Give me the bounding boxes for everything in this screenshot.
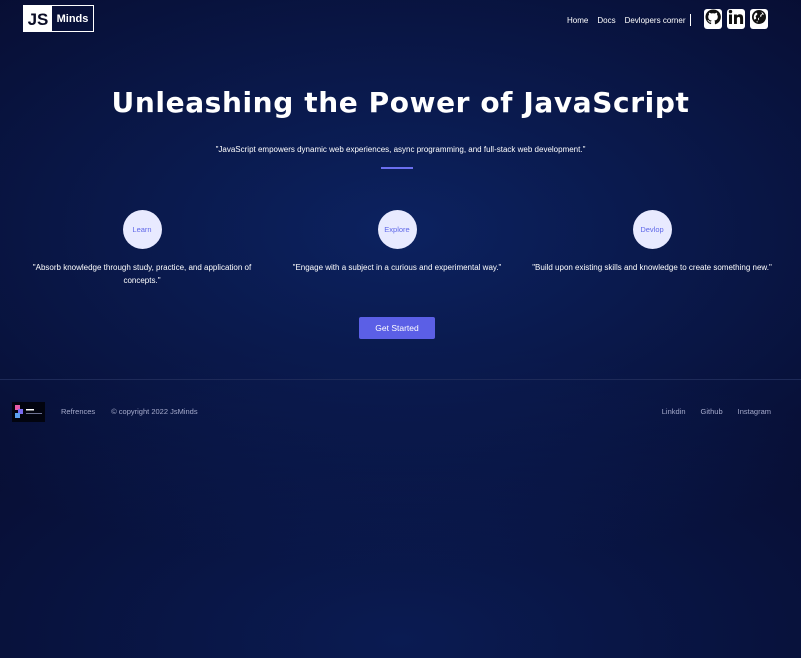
title-underline [381,167,413,169]
linkedin-icon [728,9,744,30]
feature-circle-learn: Learn [122,210,162,249]
top-nav: Home Docs Devlopers corner [567,14,691,26]
feature-description: "Build upon existing skills and knowledg… [532,263,772,272]
footer-link-instagram[interactable]: Instagram [738,407,771,416]
globe-icon [751,9,767,30]
social-links [704,8,773,30]
feature-description: "Absorb knowledge through study, practic… [32,263,252,285]
hero-title: Unleashing the Power of JavaScript [111,86,690,119]
logo-js-mark: JS [24,6,52,31]
github-icon [705,8,721,30]
feature-circle-explore: Explore [377,210,417,249]
get-started-button[interactable]: Get Started [359,317,435,339]
linkedin-link[interactable] [727,9,745,29]
nav-link-developers-corner[interactable]: Devlopers corner [625,16,686,25]
feature-description: "Engage with a subject in a curious and … [292,263,502,272]
footer-link-linkdin[interactable]: Linkdin [662,407,686,416]
site-logo[interactable]: JS Minds [23,5,94,32]
footer-divider [0,379,801,380]
nav-link-home[interactable]: Home [567,16,588,25]
logo-wordmark: Minds [56,12,89,25]
footer-logo[interactable] [12,402,45,422]
nav-link-docs[interactable]: Docs [597,16,615,25]
nav-divider [689,14,691,26]
footer-link-github[interactable]: Github [701,407,723,416]
feature-learn: Learn "Absorb knowledge through study, p… [22,210,262,287]
footer-link-refrences[interactable]: Refrences [61,407,95,416]
feature-devlop: Devlop "Build upon existing skills and k… [532,210,772,275]
globe-link[interactable] [750,9,768,29]
footer-left: Refrences © copyright 2022 JsMinds [61,407,198,416]
footer-right: Linkdin Github Instagram [647,407,771,416]
hero-quote: "JavaScript empowers dynamic web experie… [215,145,586,154]
feature-explore: Explore "Engage with a subject in a curi… [277,210,517,275]
copyright-text: © copyright 2022 JsMinds [111,407,198,416]
github-link[interactable] [704,8,722,30]
footer-logo-image [15,405,42,418]
feature-circle-devlop: Devlop [632,210,672,249]
